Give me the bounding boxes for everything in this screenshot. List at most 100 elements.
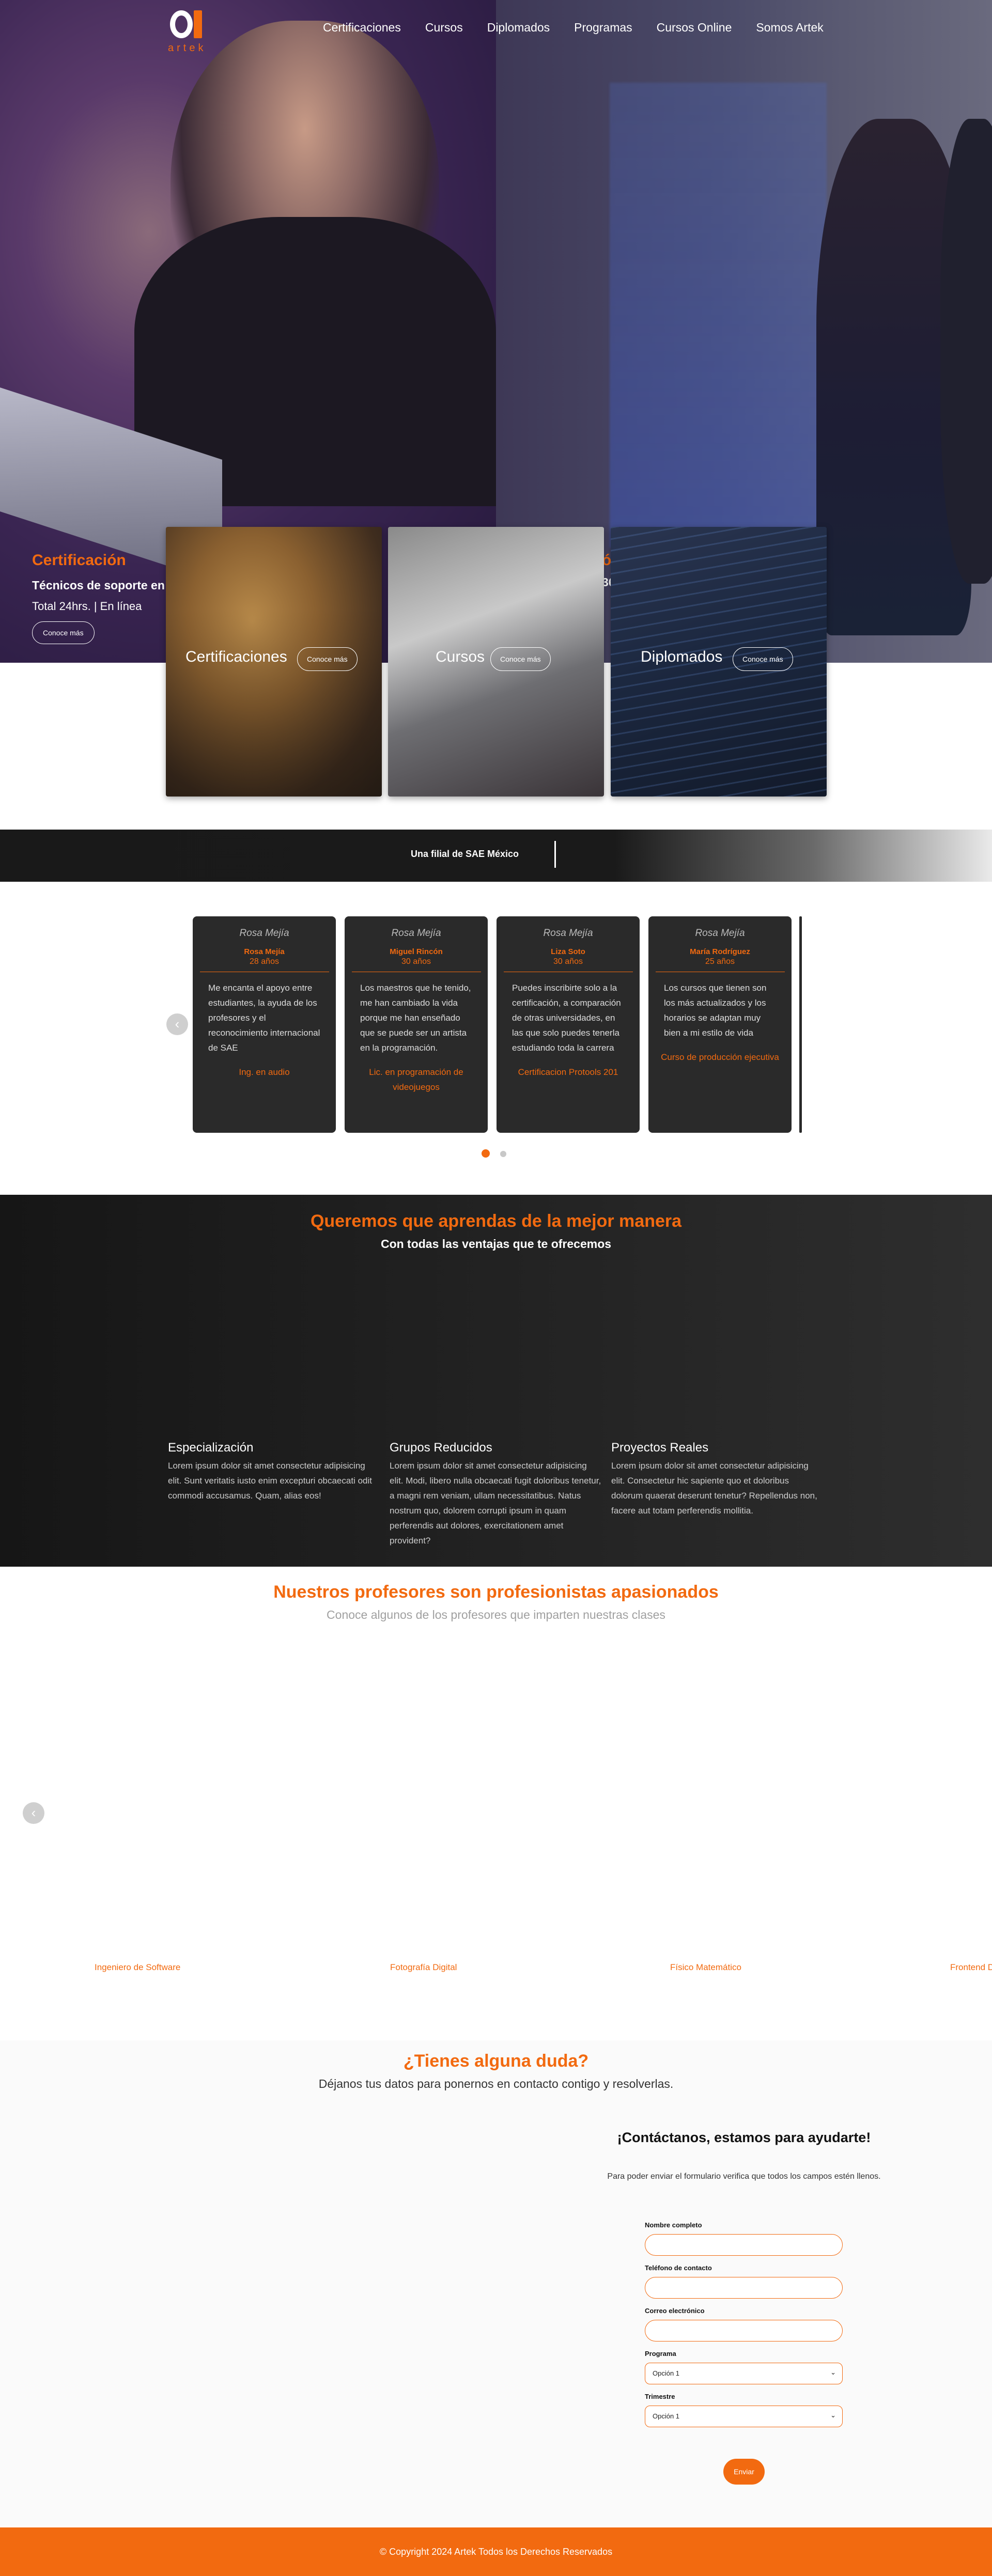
hero-caption: Certificación Técnicos de soporte en c T…	[32, 552, 175, 644]
email-label: Correo electrónico	[645, 2307, 705, 2315]
testimonial-card: Rosa Mejía Liza Soto 30 años Puedes insc…	[497, 916, 640, 1133]
testimonial-role: Ing. en audio	[239, 1067, 290, 1077]
contact-subtitle: Déjanos tus datos para ponernos en conta…	[318, 2077, 674, 2090]
hero-detail: Total 24hrs. | En línea	[32, 600, 142, 613]
affiliate-strip: Una filial de SAE México	[0, 830, 992, 882]
logo-text: artek	[168, 42, 207, 54]
form-title: ¡Contáctanos, estamos para ayudarte!	[617, 2130, 871, 2145]
feature-text: Lorem ipsum dolor sit amet consectetur a…	[390, 1461, 601, 1545]
feature-text: Lorem ipsum dolor sit amet consectetur a…	[611, 1461, 817, 1516]
strip-divider	[554, 841, 556, 868]
testimonial-name: Rosa Mejía	[543, 928, 593, 939]
category-button[interactable]: Conoce más	[490, 647, 551, 671]
chevron-down-icon: ⌄	[830, 2368, 836, 2376]
testimonial-name: Rosa Mejía	[391, 928, 441, 939]
testimonial-age: 25 años	[705, 957, 735, 966]
category-label: Cursos	[436, 648, 485, 665]
feature-title: Especialización	[168, 1441, 254, 1455]
chevron-down-icon: ⌄	[830, 2411, 836, 2419]
affiliate-text: Una filial de SAE México	[411, 849, 519, 859]
email-field[interactable]	[645, 2320, 843, 2341]
feature-item: Grupos Reducidos Lorem ipsum dolor sit a…	[390, 1441, 601, 1548]
contact-section: ¿Tienes alguna duda? Déjanos tus datos p…	[0, 2040, 992, 2526]
teachers-prev-arrow-icon[interactable]: ‹	[23, 1802, 44, 1824]
testimonial-age: 30 años	[401, 957, 431, 966]
testimonial-card: Rosa Mejía Rosa Mejía 28 años Me encanta…	[193, 916, 336, 1133]
category-button[interactable]: Conoce más	[297, 647, 358, 671]
submit-button[interactable]: Enviar	[723, 2459, 765, 2485]
copyright-text: © Copyright 2024 Artek Todos los Derecho…	[379, 2547, 613, 2557]
testimonial-role: Curso de producción ejecutiva	[661, 1052, 779, 1062]
testimonial-age: 28 años	[250, 957, 279, 966]
category-card-cursos[interactable]: Cursos Conoce más	[388, 527, 604, 797]
hero-title: Certificación	[32, 552, 126, 569]
logo-i-shape	[194, 10, 202, 38]
nav-item-programas[interactable]: Programas	[574, 21, 632, 35]
teacher-role: Ingeniero de Software	[95, 1962, 181, 1972]
logo-o-shape	[170, 10, 193, 38]
testimonial-quote: Los maestros que he tenido, me han cambi…	[360, 983, 471, 1053]
feature-title: Grupos Reducidos	[390, 1441, 492, 1455]
artek-logo[interactable]: artek	[168, 9, 209, 56]
testimonial-small-name: Rosa Mejía	[244, 947, 285, 956]
testimonial-small-name: María Rodríguez	[690, 947, 750, 956]
category-card-diplomados[interactable]: Diplomados Conoce más	[611, 527, 827, 797]
nav-item-diplomados[interactable]: Diplomados	[487, 21, 550, 35]
program-select-value: Opción 1	[653, 2369, 680, 2377]
nav-item-certificaciones[interactable]: Certificaciones	[323, 21, 401, 35]
name-label: Nombre completo	[645, 2221, 702, 2229]
features-section: Queremos que aprendas de la mejor manera…	[0, 1195, 992, 1567]
testimonial-role: Lic. en programación de videojuegos	[369, 1067, 463, 1092]
term-label: Trimestre	[645, 2393, 675, 2400]
teachers-subtitle: Conoce algunos de los profesores que imp…	[327, 1608, 665, 1621]
testimonial-age: 30 años	[553, 957, 583, 966]
phone-label: Teléfono de contacto	[645, 2264, 712, 2272]
teacher-role: Frontend D	[950, 1962, 992, 1972]
feature-item: Especialización Lorem ipsum dolor sit am…	[168, 1441, 380, 1503]
teacher-role: Físico Matemático	[670, 1962, 741, 1972]
woman-photo-2	[940, 119, 992, 584]
category-card-certificaciones[interactable]: Certificaciones Conoce más	[166, 527, 382, 797]
feature-text: Lorem ipsum dolor sit amet consectetur a…	[168, 1461, 372, 1501]
testimonial-name: Rosa Mejía	[695, 928, 745, 939]
nav-item-cursos[interactable]: Cursos	[425, 21, 463, 35]
teacher-role: Fotografía Digital	[390, 1962, 457, 1972]
main-nav: Certificaciones Cursos Diplomados Progra…	[323, 21, 824, 35]
phone-field[interactable]	[645, 2277, 843, 2299]
name-field[interactable]	[645, 2234, 843, 2256]
testimonial-small-name: Miguel Rincón	[390, 947, 443, 956]
logo-mark-icon	[170, 9, 202, 40]
testimonial-quote: Puedes inscribirte solo a la certificaci…	[512, 983, 621, 1053]
teachers-title: Nuestros profesores son profesionistas a…	[273, 1582, 719, 1602]
program-label: Programa	[645, 2350, 676, 2358]
testimonial-name: Rosa Mejía	[239, 928, 289, 939]
testimonial-card-partial	[799, 916, 802, 1133]
carousel-dot[interactable]	[500, 1151, 506, 1157]
testimonial-card: Rosa Mejía María Rodríguez 25 años Los c…	[648, 916, 792, 1133]
feature-item: Proyectos Reales Lorem ipsum dolor sit a…	[611, 1441, 823, 1518]
feature-title: Proyectos Reales	[611, 1441, 709, 1455]
testimonial-small-name: Liza Soto	[551, 947, 585, 956]
term-select-value: Opción 1	[653, 2412, 680, 2420]
features-title: Queremos que aprendas de la mejor manera	[310, 1211, 682, 1231]
nav-item-somos-artek[interactable]: Somos Artek	[756, 21, 823, 35]
testimonial-quote: Los cursos que tienen son los más actual…	[664, 983, 767, 1038]
server-rack	[610, 83, 827, 548]
hero-subtitle: Técnicos de soporte en c	[32, 579, 175, 592]
term-select[interactable]: Opción 1 ⌄	[645, 2406, 843, 2427]
testimonial-role: Certificacion Protools 201	[518, 1067, 618, 1077]
contact-title: ¿Tienes alguna duda?	[403, 2051, 589, 2071]
category-label: Certificaciones	[185, 648, 287, 665]
testimonial-quote: Me encanta el apoyo entre estudiantes, l…	[208, 983, 320, 1053]
form-note: Para poder enviar el formulario verifica…	[607, 2172, 881, 2181]
category-label: Diplomados	[641, 648, 723, 665]
testimonial-card: Rosa Mejía Miguel Rincón 30 años Los mae…	[345, 916, 488, 1133]
testimonials-prev-arrow-icon[interactable]: ‹	[166, 1013, 188, 1035]
program-select[interactable]: Opción 1 ⌄	[645, 2363, 843, 2384]
nav-item-cursos-online[interactable]: Cursos Online	[657, 21, 732, 35]
carousel-dot-active[interactable]	[482, 1149, 490, 1158]
footer: © Copyright 2024 Artek Todos los Derecho…	[0, 2527, 992, 2576]
features-subtitle: Con todas las ventajas que te ofrecemos	[380, 1237, 612, 1251]
hero-cta-button[interactable]: Conoce más	[32, 621, 95, 644]
category-button[interactable]: Conoce más	[733, 647, 793, 671]
